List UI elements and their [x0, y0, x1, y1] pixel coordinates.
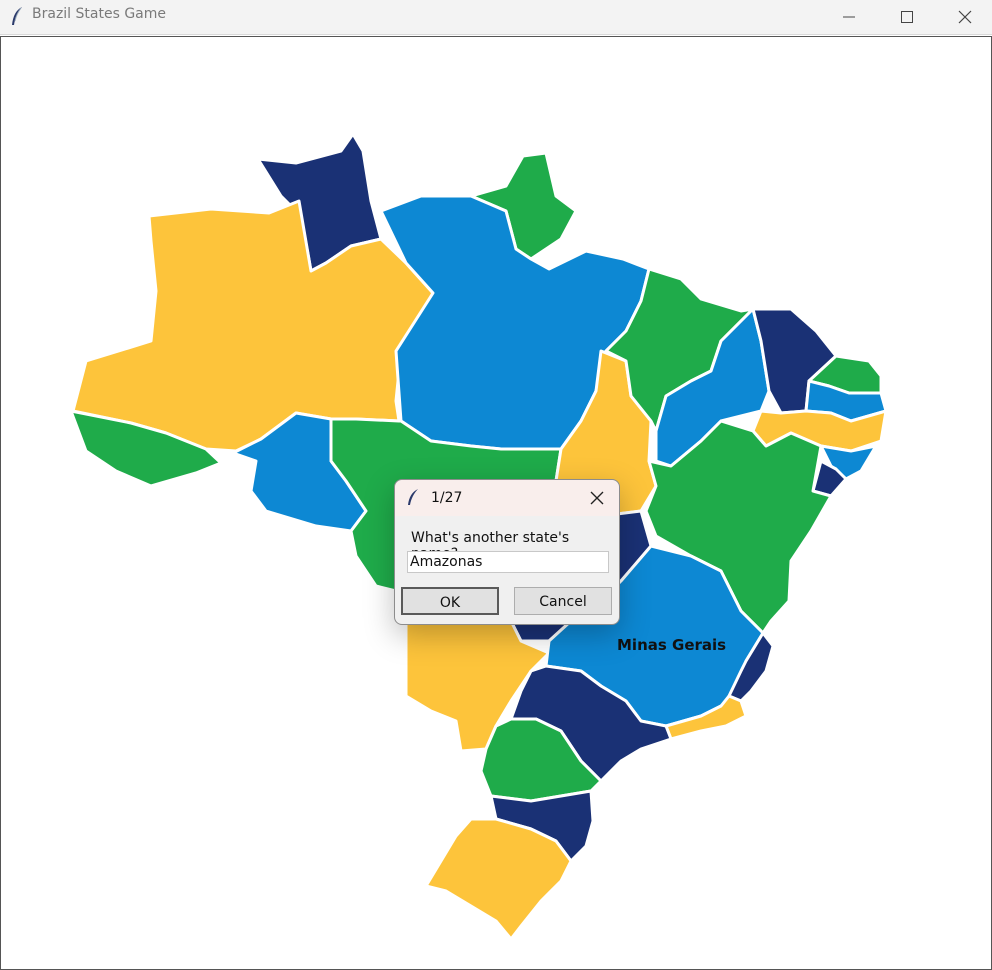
close-icon[interactable] — [589, 490, 605, 506]
close-icon — [958, 10, 972, 24]
state-name-input[interactable] — [407, 551, 609, 573]
state-rio-grande-do-sul[interactable] — [424, 817, 573, 941]
answer-dialog: 1/27 What's another state's name? OK Can… — [394, 479, 620, 625]
feather-icon — [408, 489, 418, 505]
cancel-button[interactable]: Cancel — [514, 587, 612, 615]
minimize-icon — [843, 16, 855, 18]
state-label-minas-gerais: Minas Gerais — [617, 636, 727, 654]
maximize-icon — [901, 11, 913, 23]
maximize-button[interactable] — [878, 0, 936, 34]
dialog-title: 1/27 — [431, 490, 463, 506]
close-button[interactable] — [936, 0, 992, 34]
minimize-button[interactable] — [820, 0, 878, 34]
window-titlebar: Brazil States Game — [0, 0, 992, 35]
window-title: Brazil States Game — [32, 6, 166, 22]
feather-icon — [12, 7, 22, 25]
ok-button[interactable]: OK — [401, 587, 499, 615]
state-amazonas[interactable] — [71, 199, 435, 453]
dialog-titlebar: 1/27 — [395, 480, 619, 516]
